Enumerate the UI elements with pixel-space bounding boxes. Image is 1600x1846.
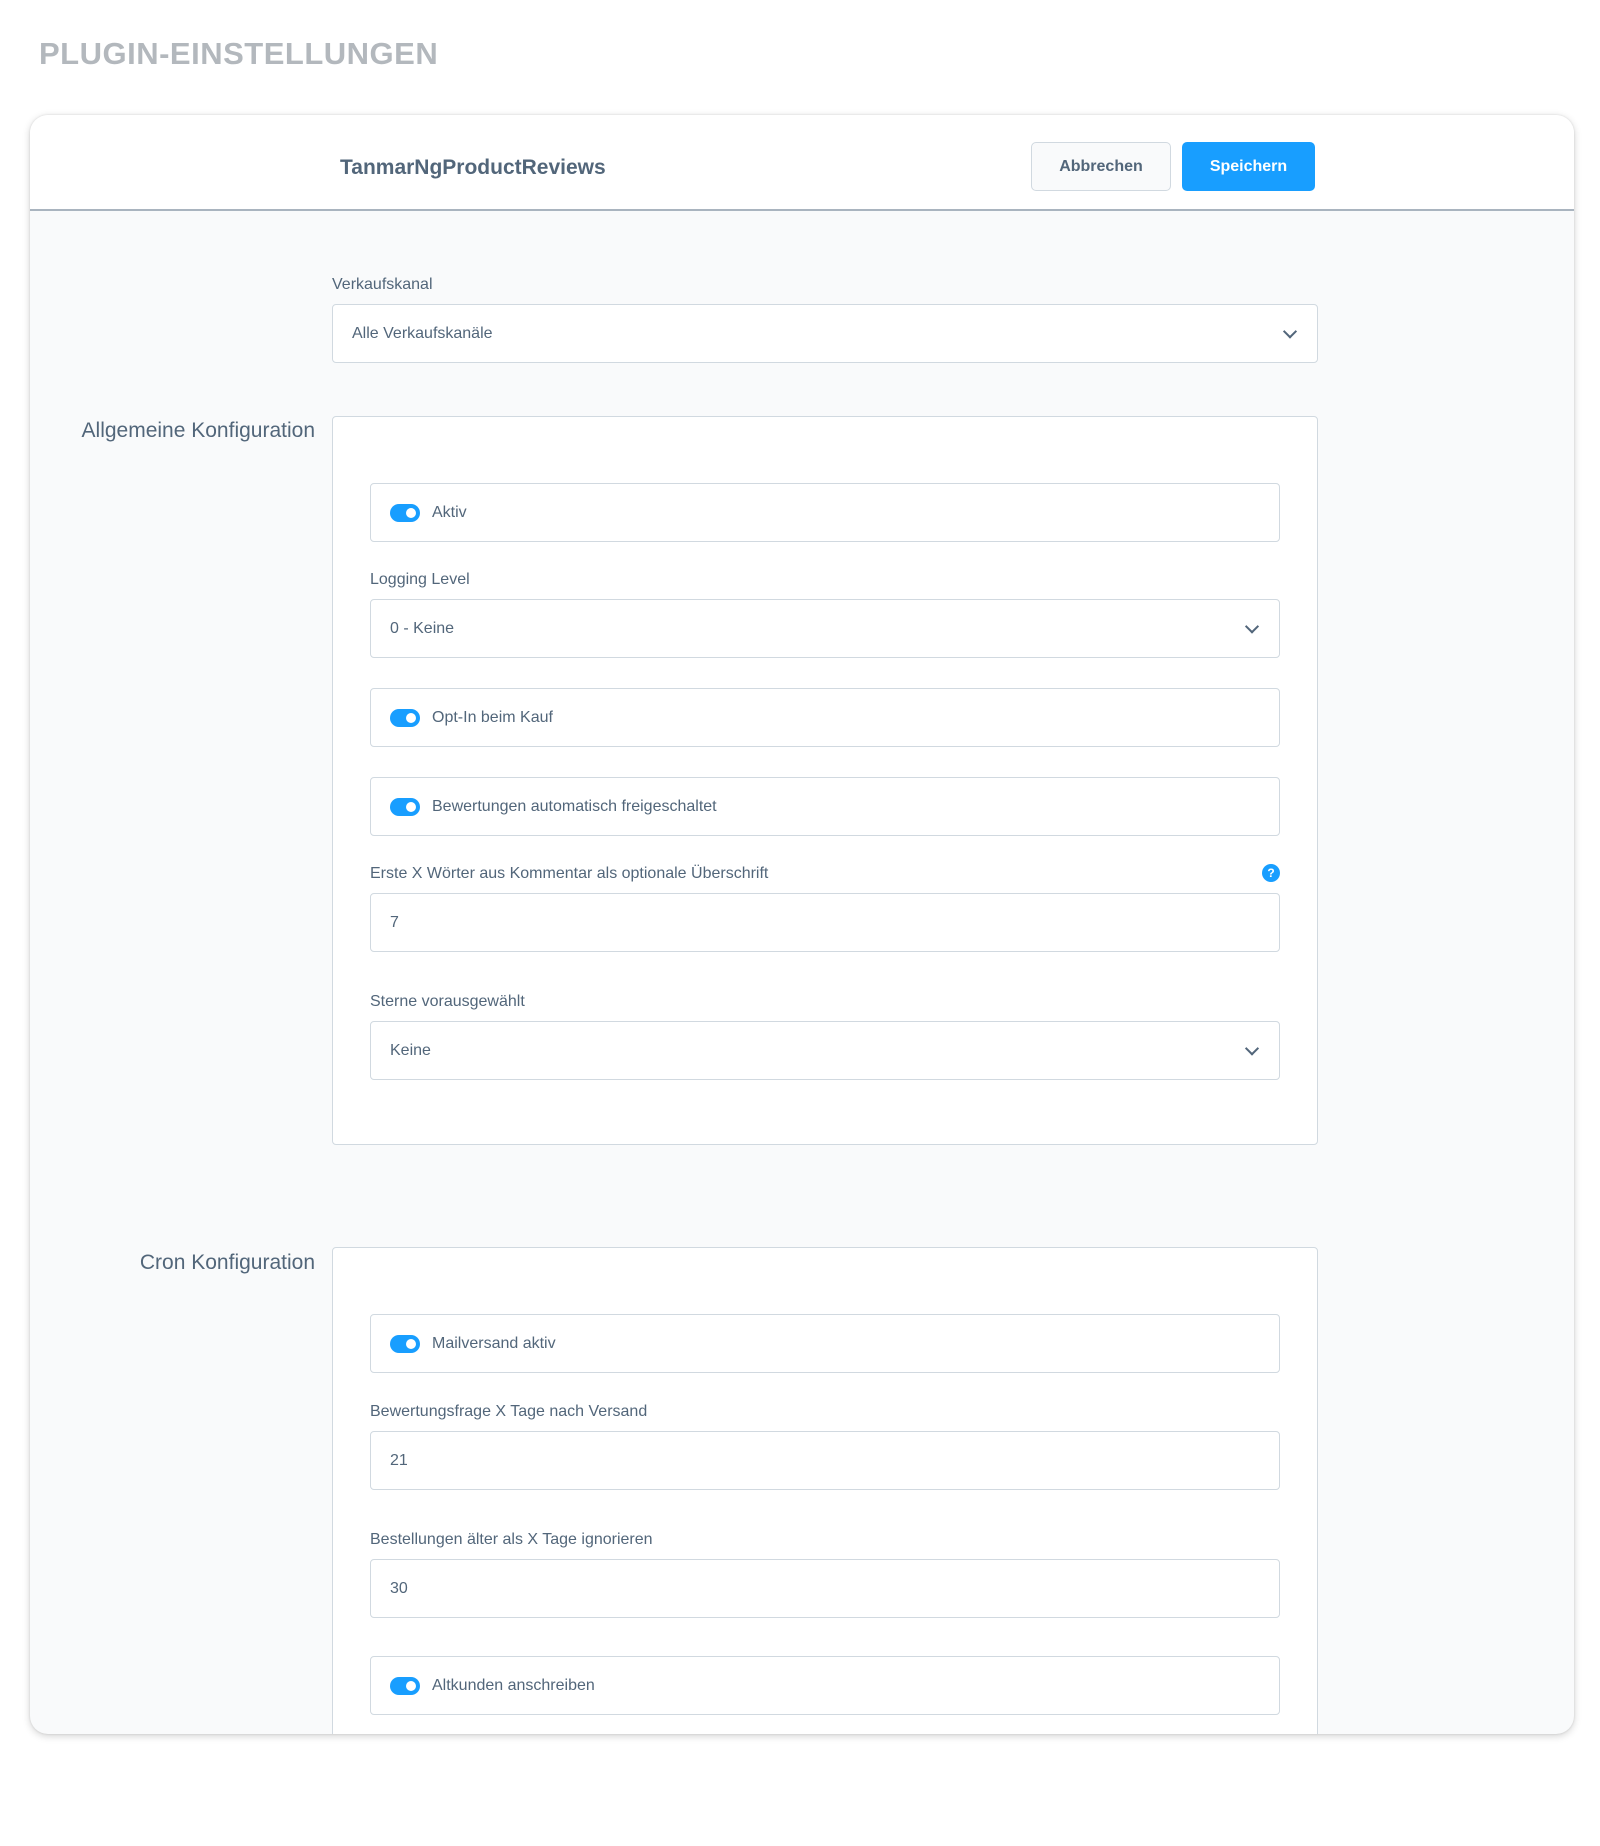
days-after-shipping-value: 21	[390, 1451, 408, 1469]
auto-approve-toggle-row: Bewertungen automatisch freigeschaltet	[370, 777, 1280, 836]
chevron-down-icon	[1244, 1040, 1260, 1056]
general-config-title: Allgemeine Konfiguration	[81, 419, 315, 442]
mail-active-toggle[interactable]	[390, 1334, 420, 1353]
card-header: TanmarNgProductReviews Abbrechen Speiche…	[30, 115, 1574, 211]
cancel-button[interactable]: Abbrechen	[1031, 142, 1171, 191]
days-after-shipping-input[interactable]: 21	[370, 1431, 1280, 1490]
mail-active-toggle-row: Mailversand aktiv	[370, 1314, 1280, 1373]
ignore-older-label: Bestellungen älter als X Tage ignorieren	[370, 1531, 653, 1548]
sales-channel-label: Verkaufskanal	[332, 276, 433, 293]
logging-level-select[interactable]: 0 - Keine	[370, 599, 1280, 658]
auto-approve-toggle-label: Bewertungen automatisch freigeschaltet	[432, 797, 717, 815]
save-button[interactable]: Speichern	[1182, 142, 1315, 191]
cron-config-panel: Mailversand aktiv Bewertungsfrage X Tage…	[332, 1247, 1318, 1734]
auto-approve-toggle[interactable]	[390, 797, 420, 816]
mail-active-toggle-label: Mailversand aktiv	[432, 1334, 556, 1352]
question-icon[interactable]: ?	[1262, 864, 1280, 882]
logging-level-label: Logging Level	[370, 571, 470, 588]
general-config-panel: Aktiv Logging Level 0 - Keine Opt-In bei…	[332, 416, 1318, 1145]
active-toggle-row: Aktiv	[370, 483, 1280, 542]
old-customers-toggle[interactable]	[390, 1676, 420, 1695]
sales-channel-select[interactable]: Alle Verkaufskanäle	[332, 304, 1318, 363]
active-toggle[interactable]	[390, 503, 420, 522]
old-customers-toggle-row: Altkunden anschreiben	[370, 1656, 1280, 1715]
first-words-label: Erste X Wörter aus Kommentar als optiona…	[370, 865, 769, 882]
plugin-settings-card: TanmarNgProductReviews Abbrechen Speiche…	[30, 115, 1574, 1734]
optin-toggle[interactable]	[390, 708, 420, 727]
logging-level-value: 0 - Keine	[390, 619, 455, 637]
optin-toggle-label: Opt-In beim Kauf	[432, 708, 553, 726]
plugin-title: TanmarNgProductReviews	[340, 156, 606, 179]
stars-preselected-label: Sterne vorausgewählt	[370, 993, 525, 1010]
ignore-older-value: 30	[390, 1579, 408, 1597]
first-words-value: 7	[390, 913, 399, 931]
active-toggle-label: Aktiv	[432, 503, 467, 521]
first-words-input[interactable]: 7	[370, 893, 1280, 952]
optin-toggle-row: Opt-In beim Kauf	[370, 688, 1280, 747]
old-customers-toggle-label: Altkunden anschreiben	[432, 1676, 595, 1694]
stars-preselected-value: Keine	[390, 1041, 431, 1059]
page-heading: PLUGIN-EINSTELLUNGEN	[39, 36, 439, 71]
chevron-down-icon	[1244, 618, 1260, 634]
stars-preselected-select[interactable]: Keine	[370, 1021, 1280, 1080]
sales-channel-value: Alle Verkaufskanäle	[352, 324, 493, 342]
cron-config-title: Cron Konfiguration	[139, 1251, 315, 1274]
chevron-down-icon	[1282, 323, 1298, 339]
days-after-shipping-label: Bewertungsfrage X Tage nach Versand	[370, 1403, 648, 1420]
ignore-older-input[interactable]: 30	[370, 1559, 1280, 1618]
